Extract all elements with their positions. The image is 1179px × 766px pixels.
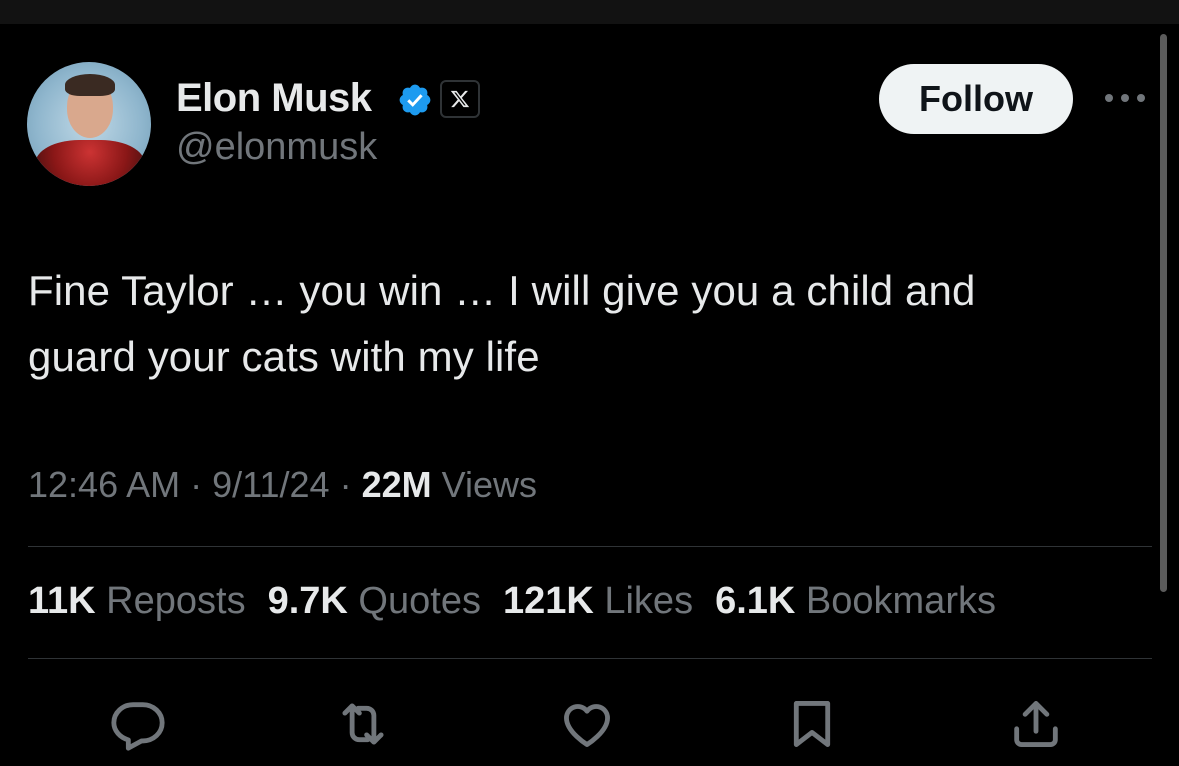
views-label: Views [431, 464, 537, 505]
tweet-date[interactable]: 9/11/24 [212, 464, 329, 505]
tweet-text: Fine Taylor … you win … I will give you … [28, 258, 1138, 390]
reply-icon [111, 702, 165, 751]
like-button[interactable] [557, 694, 617, 754]
likes-stat[interactable]: 121K Likes [503, 580, 693, 622]
like-icon [564, 704, 610, 747]
x-affiliation-badge[interactable] [440, 80, 480, 118]
author-name[interactable]: Elon Musk [176, 76, 372, 121]
more-options-icon[interactable] [1101, 86, 1149, 110]
tweet-line: Fine Taylor … you win … I will give you … [28, 267, 976, 314]
follow-button[interactable]: Follow [879, 64, 1073, 134]
repost-icon [342, 703, 384, 745]
bookmark-icon [793, 701, 831, 747]
tweet-line: guard your cats with my life [28, 333, 540, 380]
divider [28, 658, 1152, 659]
reposts-stat[interactable]: 11K Reposts [28, 580, 246, 622]
engagement-stats: 11K Reposts 9.7K Quotes 121K Likes 6.1K Boo… [28, 580, 1018, 623]
verified-badge-icon[interactable] [397, 82, 433, 118]
tweet-meta: 12:46 AM · 9/11/24 · 22M Views [28, 464, 537, 506]
avatar[interactable] [27, 62, 151, 186]
repost-button[interactable] [333, 694, 393, 754]
separator: · [180, 464, 213, 505]
x-logo-icon [450, 90, 470, 108]
author-handle[interactable]: @elonmusk [176, 126, 377, 169]
reply-button[interactable] [108, 694, 168, 754]
bookmarks-stat[interactable]: 6.1K Bookmarks [715, 580, 996, 622]
separator: · [329, 464, 362, 505]
bookmark-button[interactable] [782, 694, 842, 754]
share-button[interactable] [1006, 694, 1066, 754]
share-icon [1014, 701, 1058, 747]
divider [28, 546, 1152, 547]
scrollbar[interactable] [1160, 34, 1167, 592]
views-count: 22M [361, 464, 432, 505]
quotes-stat[interactable]: 9.7K Quotes [268, 580, 481, 622]
tweet-time[interactable]: 12:46 AM [28, 464, 180, 505]
status-bar-strip [0, 0, 1179, 24]
